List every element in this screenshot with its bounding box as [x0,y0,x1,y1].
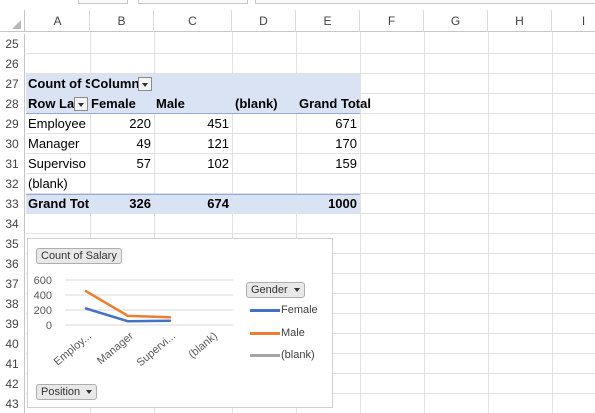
pivot-grand-total-cell[interactable]: 1000 [297,194,357,214]
pivot-cell[interactable]: 451 [155,114,229,134]
select-all-button[interactable] [0,10,25,32]
pivot-cell[interactable]: 671 [297,114,357,134]
pivot-cell[interactable] [155,174,229,194]
column-header-d[interactable]: D [232,10,296,32]
pivot-cell[interactable]: 159 [297,154,357,174]
formula-bar-edge [255,0,595,4]
y-tick-label: 400 [34,290,52,302]
row-header[interactable]: 43 [0,394,25,413]
grid-line [26,233,595,234]
pivot-cell[interactable]: 121 [155,134,229,154]
pivot-grand-total-label[interactable]: Grand Tot [28,194,90,214]
column-header-g[interactable]: G [424,10,488,32]
chevron-down-icon [86,390,93,395]
row-header[interactable]: 30 [0,134,25,154]
row-header[interactable]: 41 [0,354,25,374]
pivot-cell[interactable] [233,174,293,194]
grid-line [488,32,489,413]
row-header[interactable]: 28 [0,94,25,114]
pivot-cell[interactable]: 220 [91,114,151,134]
pivot-cell[interactable] [233,134,293,154]
row-header[interactable]: 42 [0,374,25,394]
pivot-col-male-header[interactable]: Male [156,94,232,114]
legend-field-button[interactable]: Gender [246,282,305,298]
sheet-tab[interactable] [78,0,128,4]
row-header[interactable]: 39 [0,314,25,334]
row-header[interactable]: 27 [0,74,25,94]
pivot-col-blank-header[interactable]: (blank) [235,94,296,114]
legend-swatch [250,354,280,357]
pivot-cell[interactable] [297,174,357,194]
pivot-row-label[interactable]: Employee [28,114,90,134]
grid-line [552,32,553,413]
y-tick-label: 200 [34,305,52,317]
row-header[interactable]: 40 [0,334,25,354]
legend-field-label: Gender [251,284,288,296]
pivot-col-grand-total-header[interactable]: Grand Total [299,94,375,114]
axis-field-label: Position [41,386,81,398]
row-header[interactable]: 32 [0,174,25,194]
column-header-a[interactable]: A [26,10,90,32]
sheet-tab[interactable] [138,0,248,4]
pivot-row-label[interactable]: Superviso [28,154,90,174]
pivot-column-labels-header[interactable]: Column [91,74,138,94]
row-header[interactable]: 34 [0,214,25,234]
column-header-f[interactable]: F [360,10,424,32]
pivot-cell[interactable] [233,114,293,134]
pivot-cell[interactable]: 170 [297,134,357,154]
row-header[interactable]: 36 [0,254,25,274]
x-tick-label: Manager [95,330,136,367]
row-header[interactable]: 33 [0,194,25,214]
pivot-cell[interactable] [91,174,151,194]
pivot-row-labels-header[interactable]: Row La [28,94,74,114]
x-tick-label: Supervi... [135,330,178,369]
row-header[interactable]: 35 [0,234,25,254]
y-tick-label: 0 [46,320,52,332]
column-header-h[interactable]: H [488,10,552,32]
column-header-i[interactable]: I [552,10,595,32]
row-header[interactable]: 38 [0,294,25,314]
pivot-cell[interactable]: 49 [91,134,151,154]
column-header-b[interactable]: B [90,10,154,32]
pivot-row-label[interactable]: (blank) [28,174,90,194]
row-header[interactable]: 26 [0,54,25,74]
grid-line [360,32,361,413]
row-header[interactable]: 25 [0,34,25,54]
pivot-cell[interactable]: 57 [91,154,151,174]
axis-field-button[interactable]: Position [36,384,98,400]
x-tick-label: (blank) [186,330,219,361]
column-header-bar: A B C D E F G H I [0,10,595,32]
row-header[interactable]: 29 [0,114,25,134]
pivot-value-field-label[interactable]: Count of S [28,74,90,94]
chevron-down-icon [293,288,300,293]
legend-swatch [250,332,280,335]
legend-label: Female [281,304,318,316]
legend-label: (blank) [281,349,315,361]
pivot-chart[interactable]: Count of Salary 600 400 200 0 Employ... Manag… [27,238,333,408]
pivot-grand-total-cell[interactable] [233,194,293,214]
pivot-grand-total-cell[interactable]: 326 [91,194,151,214]
column-header-e[interactable]: E [296,10,360,32]
row-labels-filter-dropdown[interactable] [74,97,88,111]
grid-line [26,53,595,54]
pivot-grand-total-cell[interactable]: 674 [155,194,229,214]
ribbon-edge [0,0,595,10]
x-tick-label: Employ... [52,330,94,368]
column-header-c[interactable]: C [154,10,232,32]
grid-line [424,32,425,413]
legend-swatch [250,309,280,312]
row-header[interactable]: 37 [0,274,25,294]
pivot-col-female-header[interactable]: Female [91,94,154,114]
pivot-row-label[interactable]: Manager [28,134,90,154]
row-header[interactable]: 31 [0,154,25,174]
pivot-cell[interactable]: 102 [155,154,229,174]
pivot-cell[interactable] [233,154,293,174]
y-tick-label: 600 [34,275,52,287]
legend-label: Male [281,327,305,339]
column-labels-filter-dropdown[interactable] [138,77,152,91]
